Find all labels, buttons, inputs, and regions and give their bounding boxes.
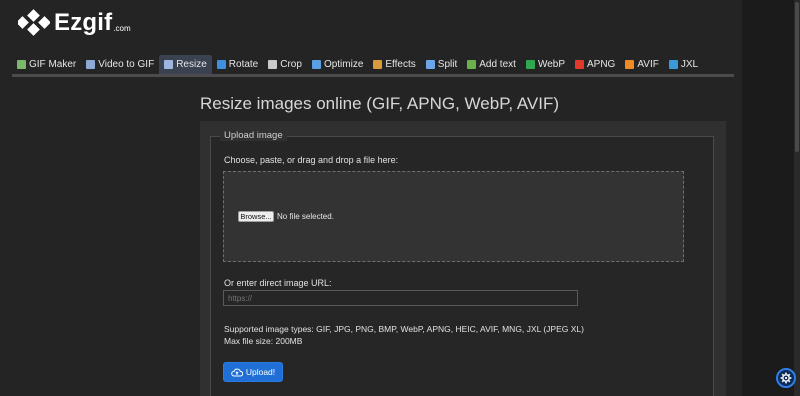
crop-icon xyxy=(268,60,278,69)
nav-item-label: Optimize xyxy=(323,59,364,70)
jxl-icon xyxy=(668,60,678,69)
image-url-input[interactable] xyxy=(223,290,578,306)
nav-item-label: Video to GIF xyxy=(98,59,155,70)
nav-item-label: AVIF xyxy=(637,59,659,70)
nav-item-effects[interactable]: Effects xyxy=(368,55,420,74)
site-logo[interactable]: Ezgif .com xyxy=(18,8,131,38)
nav-item-label: APNG xyxy=(587,59,616,70)
scrollbar-thumb[interactable] xyxy=(795,2,799,152)
avif-icon xyxy=(625,60,635,69)
upload-button[interactable]: Upload! xyxy=(223,362,283,382)
resize-icon xyxy=(164,60,174,69)
nav-item-label: Effects xyxy=(385,59,416,70)
nav-item-split[interactable]: Split xyxy=(421,55,462,74)
nav-item-label: JXL xyxy=(680,59,699,70)
nav-item-resize[interactable]: Resize xyxy=(159,55,212,74)
rotate-icon xyxy=(216,60,226,69)
cloud-upload-icon xyxy=(231,368,243,376)
nav-item-jxl[interactable]: JXL xyxy=(664,55,703,74)
nav-item-gif-maker[interactable]: GIF Maker xyxy=(12,55,81,74)
apng-icon xyxy=(575,60,584,69)
nav-item-label: Split xyxy=(437,59,458,70)
video-icon xyxy=(86,60,96,69)
add-text-icon xyxy=(467,60,477,69)
logo-suffix: .com xyxy=(113,23,131,33)
max-file-size-text: Max file size: 200MB xyxy=(224,336,303,346)
nav-item-add-text[interactable]: Add text xyxy=(462,55,521,74)
nav-divider xyxy=(12,74,734,77)
split-icon xyxy=(425,60,435,69)
nav-item-apng[interactable]: APNG xyxy=(570,55,620,74)
no-file-selected-text: No file selected. xyxy=(277,212,334,221)
webp-icon xyxy=(525,60,535,69)
nav-item-label: WebP xyxy=(537,59,565,70)
nav-item-crop[interactable]: Crop xyxy=(263,55,307,74)
nav-item-webp[interactable]: WebP xyxy=(521,55,570,74)
settings-button[interactable] xyxy=(776,368,796,388)
nav-item-label: Resize xyxy=(176,59,207,70)
url-label: Or enter direct image URL: xyxy=(224,278,332,288)
page-title: Resize images online (GIF, APNG, WebP, A… xyxy=(200,94,560,113)
nav-item-optimize[interactable]: Optimize xyxy=(307,55,368,74)
supported-types-text: Supported image types: GIF, JPG, PNG, BM… xyxy=(224,324,584,334)
nav-item-video-to-gif[interactable]: Video to GIF xyxy=(81,55,159,74)
upload-legend: Upload image xyxy=(220,130,287,141)
nav-item-label: GIF Maker xyxy=(29,59,77,70)
upload-button-label: Upload! xyxy=(245,367,276,377)
nav-item-label: Rotate xyxy=(228,59,259,70)
right-pane xyxy=(742,0,798,396)
optimize-icon xyxy=(311,60,321,69)
effects-icon xyxy=(373,60,383,69)
nav-item-rotate[interactable]: Rotate xyxy=(212,55,263,74)
logo-text: Ezgif xyxy=(54,9,113,36)
choose-file-label: Choose, paste, or drag and drop a file h… xyxy=(224,155,399,165)
browse-button[interactable]: Browse... xyxy=(238,211,274,222)
nav-item-label: Crop xyxy=(280,59,302,70)
nav-item-avif[interactable]: AVIF xyxy=(620,55,663,74)
nav-item-label: Add text xyxy=(479,59,516,70)
gear-icon xyxy=(780,372,792,384)
main-nav: GIF Maker Video to GIF Resize Rotate Crop Opt… xyxy=(12,55,703,74)
gif-maker-icon xyxy=(17,60,26,69)
logo-icon xyxy=(18,9,50,36)
